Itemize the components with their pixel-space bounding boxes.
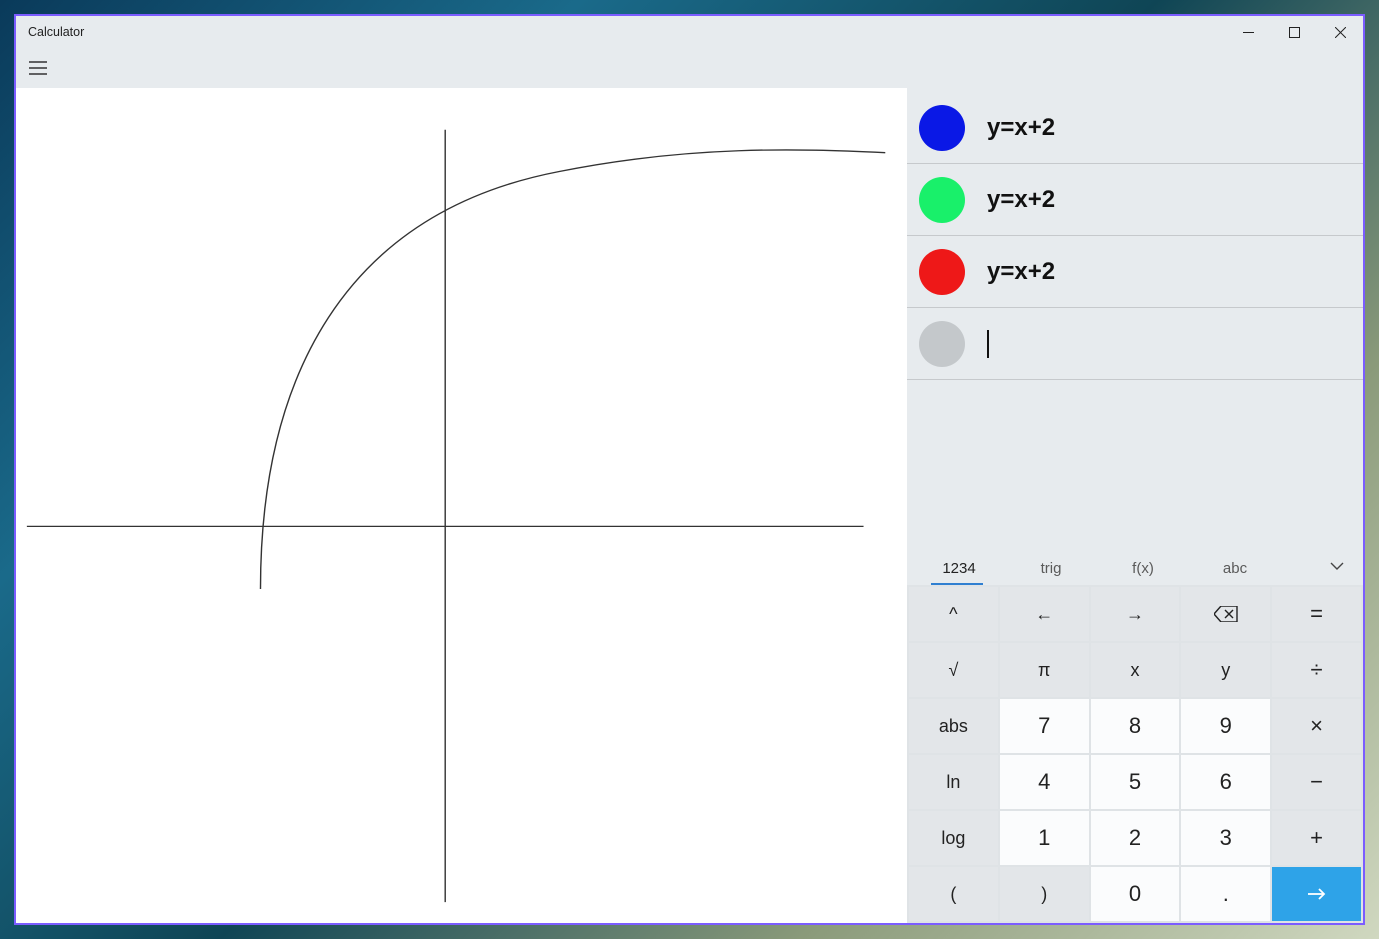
color-swatch-green[interactable] — [919, 177, 965, 223]
arrow-right-icon — [1307, 884, 1327, 904]
color-swatch-blue[interactable] — [919, 105, 965, 151]
equation-label: y=x+2 — [987, 186, 1055, 214]
close-button[interactable] — [1317, 16, 1363, 48]
key-caret[interactable]: ^ — [909, 587, 998, 641]
chevron-down-icon — [1330, 562, 1344, 570]
hamburger-icon — [29, 61, 47, 75]
key-ln[interactable]: ln — [909, 755, 998, 809]
minimize-button[interactable] — [1225, 16, 1271, 48]
graph-canvas[interactable] — [16, 88, 907, 923]
key-plus[interactable]: + — [1272, 811, 1361, 865]
title-bar: Calculator — [16, 16, 1363, 48]
key-pi[interactable]: π — [1000, 643, 1089, 697]
equation-row-new[interactable] — [907, 308, 1363, 380]
key-0[interactable]: 0 — [1091, 867, 1180, 921]
toolbar — [16, 48, 1363, 88]
key-x[interactable]: x — [1091, 643, 1180, 697]
equation-list: y=x+2 y=x+2 y=x+2 — [907, 88, 1363, 547]
app-window: Calculator — [14, 14, 1365, 925]
key-9[interactable]: 9 — [1181, 699, 1270, 753]
key-multiply[interactable]: × — [1272, 699, 1361, 753]
key-divide[interactable]: ÷ — [1272, 643, 1361, 697]
key-backspace[interactable] — [1181, 587, 1270, 641]
tab-1234[interactable]: 1234 — [913, 560, 1005, 585]
key-abs[interactable]: abs — [909, 699, 998, 753]
equation-row-2[interactable]: y=x+2 — [907, 236, 1363, 308]
key-3[interactable]: 3 — [1181, 811, 1270, 865]
equation-input[interactable] — [989, 330, 1289, 358]
key-minus[interactable]: − — [1272, 755, 1361, 809]
key-7[interactable]: 7 — [1000, 699, 1089, 753]
equation-label: y=x+2 — [987, 258, 1055, 286]
keypad-area: 1234 trig f(x) abc ^ ← → — [907, 547, 1363, 923]
plot-curve — [260, 150, 885, 589]
key-decimal[interactable]: . — [1181, 867, 1270, 921]
key-sqrt[interactable]: √ — [909, 643, 998, 697]
maximize-button[interactable] — [1271, 16, 1317, 48]
graph-svg — [16, 88, 907, 923]
key-5[interactable]: 5 — [1091, 755, 1180, 809]
side-panel: y=x+2 y=x+2 y=x+2 1234 — [907, 88, 1363, 923]
tab-trig[interactable]: trig — [1005, 560, 1097, 585]
collapse-keypad-button[interactable] — [1317, 547, 1357, 585]
equation-label: y=x+2 — [987, 114, 1055, 142]
key-paren-close[interactable]: ) — [1000, 867, 1089, 921]
color-swatch-red[interactable] — [919, 249, 965, 295]
content-area: y=x+2 y=x+2 y=x+2 1234 — [16, 88, 1363, 923]
keypad-grid: ^ ← → = √ π x y — [907, 585, 1363, 923]
window-controls — [1225, 16, 1363, 48]
app-title: Calculator — [28, 25, 84, 39]
key-submit[interactable] — [1272, 867, 1361, 921]
tab-abc[interactable]: abc — [1189, 560, 1281, 585]
tab-fx[interactable]: f(x) — [1097, 560, 1189, 585]
backspace-icon — [1214, 606, 1238, 622]
key-paren-open[interactable]: ( — [909, 867, 998, 921]
minimize-icon — [1243, 27, 1254, 38]
close-icon — [1335, 27, 1346, 38]
equation-row-1[interactable]: y=x+2 — [907, 164, 1363, 236]
key-cursor-right[interactable]: → — [1091, 587, 1180, 641]
key-1[interactable]: 1 — [1000, 811, 1089, 865]
key-6[interactable]: 6 — [1181, 755, 1270, 809]
color-swatch-empty[interactable] — [919, 321, 965, 367]
key-equals[interactable]: = — [1272, 587, 1361, 641]
equation-row-0[interactable]: y=x+2 — [907, 92, 1363, 164]
key-8[interactable]: 8 — [1091, 699, 1180, 753]
key-cursor-left[interactable]: ← — [1000, 587, 1089, 641]
menu-button[interactable] — [18, 48, 58, 88]
active-tab-underline — [931, 583, 983, 585]
key-2[interactable]: 2 — [1091, 811, 1180, 865]
keypad-tabs: 1234 trig f(x) abc — [907, 547, 1363, 585]
key-4[interactable]: 4 — [1000, 755, 1089, 809]
maximize-icon — [1289, 27, 1300, 38]
key-y[interactable]: y — [1181, 643, 1270, 697]
key-log[interactable]: log — [909, 811, 998, 865]
